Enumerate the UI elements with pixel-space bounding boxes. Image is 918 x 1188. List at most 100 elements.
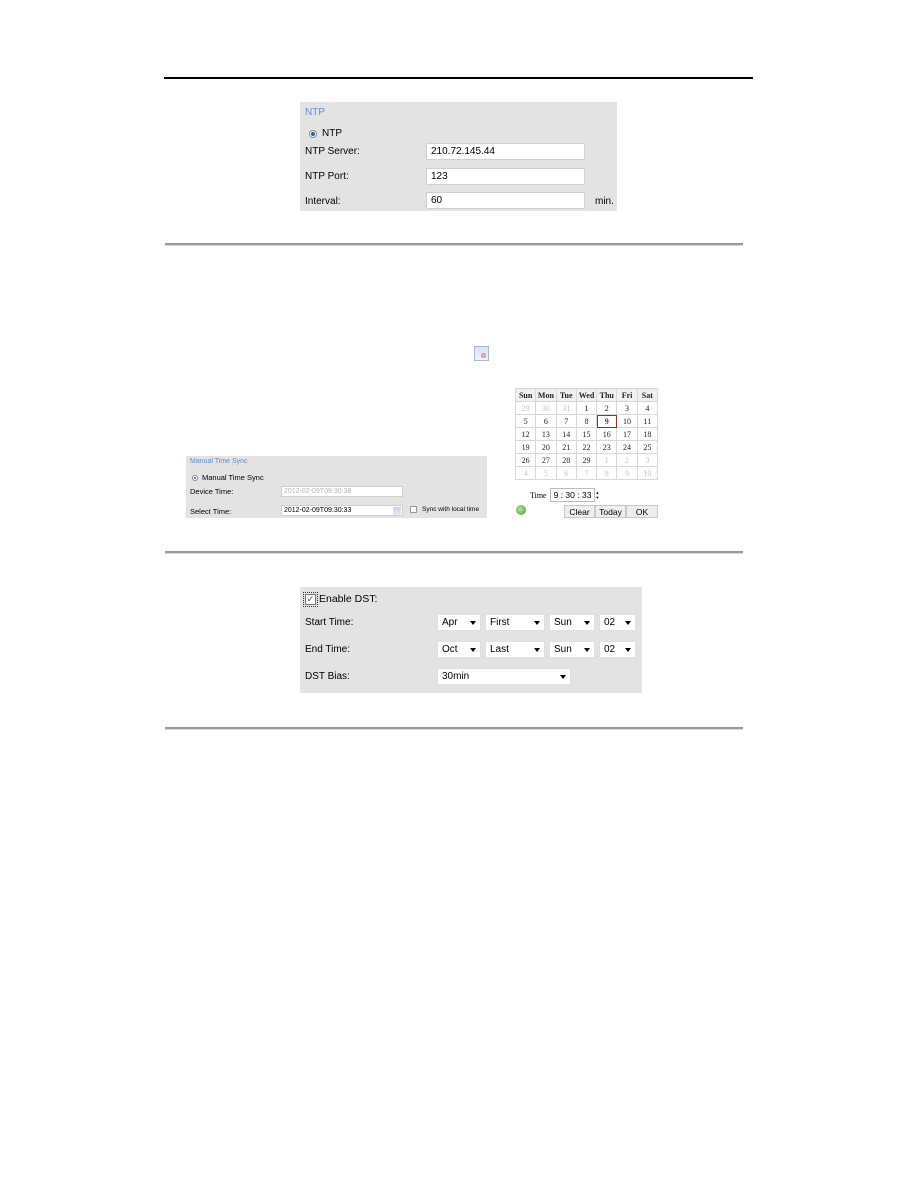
start-time-label: Start Time:: [305, 617, 354, 628]
dst-bias-label: DST Bias:: [305, 671, 350, 682]
calendar-day[interactable]: 6: [555, 466, 577, 480]
radio-selected-icon[interactable]: [309, 129, 317, 138]
calendar-day[interactable]: 21: [555, 440, 577, 454]
calendar-day[interactable]: 29: [514, 401, 537, 415]
end-week-value: Last: [490, 644, 509, 655]
globe-icon[interactable]: [516, 505, 526, 515]
time-spinner[interactable]: ▲ ▼: [595, 490, 599, 500]
calendar-day[interactable]: 5: [514, 414, 537, 428]
calendar-day[interactable]: 27: [535, 453, 557, 467]
select-time-input[interactable]: 2012-02-09T09:30:33: [281, 505, 403, 516]
calendar-day[interactable]: 16: [596, 427, 618, 441]
select-time-value: 2012-02-09T09:30:33: [284, 507, 352, 514]
end-month-select[interactable]: Oct: [437, 641, 481, 658]
calendar-day[interactable]: 11: [636, 414, 659, 428]
calendar-day[interactable]: 4: [514, 466, 537, 480]
calendar-day[interactable]: 10: [616, 414, 638, 428]
calendar-day[interactable]: 12: [514, 427, 537, 441]
clear-button[interactable]: Clear: [564, 505, 595, 518]
start-month-select[interactable]: Apr: [437, 614, 481, 631]
calendar-day[interactable]: 14: [555, 427, 577, 441]
calendar-day[interactable]: 5: [535, 466, 557, 480]
date-picker-popup: Sun Mon Tue Wed Thu Fri Sat 29 30 31 1 2 3 4 5 6 7 8 9 10 1…: [514, 388, 659, 518]
weekday-header: Sun: [514, 388, 537, 402]
calendar-day[interactable]: 15: [575, 427, 598, 441]
calendar-day[interactable]: 1: [575, 401, 598, 415]
chevron-down-icon: [534, 621, 540, 625]
chevron-down-icon: [560, 675, 566, 679]
dst-bias-value: 30min: [442, 671, 470, 682]
calendar-day[interactable]: 29: [575, 453, 598, 467]
calendar-day[interactable]: 23: [596, 440, 618, 454]
calendar-day[interactable]: 30: [535, 401, 557, 415]
calendar-icon: [474, 346, 489, 361]
calendar-button-row: Clear Today OK: [515, 505, 658, 518]
ntp-panel: NTP NTP NTP Server: 210.72.145.44 NTP Po…: [300, 102, 617, 211]
calendar-day-selected[interactable]: 9: [596, 414, 618, 428]
header-rule: [164, 77, 753, 79]
calendar-day[interactable]: 7: [575, 466, 598, 480]
interval-input[interactable]: 60: [426, 192, 585, 209]
radio-selected-icon[interactable]: [192, 474, 198, 481]
calendar-day[interactable]: 8: [596, 466, 618, 480]
enable-dst-checkbox[interactable]: ✓: [303, 591, 318, 607]
calendar-day[interactable]: 1: [596, 453, 618, 467]
time-input[interactable]: 9 : 30 : 33: [549, 488, 596, 502]
calendar-day[interactable]: 25: [636, 440, 659, 454]
weekday-header: Thu: [596, 388, 618, 402]
device-time-label: Device Time:: [190, 487, 234, 496]
end-hour-value: 02: [604, 644, 616, 655]
calendar-day[interactable]: 2: [616, 453, 638, 467]
calendar-grid: Sun Mon Tue Wed Thu Fri Sat 29 30 31 1 2 3 4 5 6 7 8 9 10 1…: [514, 388, 659, 480]
sync-local-time-option[interactable]: Sync with local time: [410, 506, 479, 513]
today-button[interactable]: Today: [595, 505, 626, 518]
ntp-radio-option[interactable]: NTP: [309, 128, 342, 139]
calendar-day[interactable]: 9: [616, 466, 638, 480]
spin-down-icon[interactable]: ▼: [595, 495, 599, 500]
calendar-day[interactable]: 7: [555, 414, 577, 428]
ntp-server-input[interactable]: 210.72.145.44: [426, 143, 585, 160]
ntp-panel-title: NTP: [305, 107, 325, 118]
calendar-day[interactable]: 18: [636, 427, 659, 441]
calendar-day[interactable]: 26: [514, 453, 537, 467]
calendar-day[interactable]: 22: [575, 440, 598, 454]
enable-dst-option[interactable]: ✓ Enable DST:: [303, 591, 378, 607]
enable-dst-label: Enable DST:: [319, 593, 378, 605]
calendar-day[interactable]: 3: [636, 453, 659, 467]
end-day-select[interactable]: Sun: [549, 641, 595, 658]
calendar-day[interactable]: 10: [636, 466, 659, 480]
calendar-day[interactable]: 17: [616, 427, 638, 441]
end-month-value: Oct: [442, 644, 458, 655]
calendar-week-row: 12 13 14 15 16 17 18: [514, 427, 659, 441]
calendar-day[interactable]: 31: [555, 401, 577, 415]
calendar-day[interactable]: 6: [535, 414, 557, 428]
start-hour-select[interactable]: 02: [599, 614, 636, 631]
sync-local-time-checkbox[interactable]: [410, 506, 417, 513]
calendar-day[interactable]: 24: [616, 440, 638, 454]
end-day-value: Sun: [554, 644, 572, 655]
calendar-icon[interactable]: [393, 507, 401, 515]
dst-panel: ✓ Enable DST: Start Time: Apr First Sun …: [300, 587, 642, 693]
manual-time-sync-radio-option[interactable]: Manual Time Sync: [192, 473, 264, 482]
dst-bias-select[interactable]: 30min: [437, 668, 571, 685]
calendar-day[interactable]: 2: [596, 401, 618, 415]
calendar-day[interactable]: 20: [535, 440, 557, 454]
interval-label: Interval:: [305, 196, 341, 207]
calendar-day[interactable]: 13: [535, 427, 557, 441]
weekday-header: Tue: [555, 388, 577, 402]
chevron-down-icon: [625, 648, 631, 652]
calendar-day[interactable]: 8: [575, 414, 598, 428]
ok-button[interactable]: OK: [626, 505, 658, 518]
end-hour-select[interactable]: 02: [599, 641, 636, 658]
calendar-week-row: 4 5 6 7 8 9 10: [514, 466, 659, 480]
start-week-select[interactable]: First: [485, 614, 545, 631]
end-week-select[interactable]: Last: [485, 641, 545, 658]
calendar-day[interactable]: 3: [616, 401, 638, 415]
manual-time-sync-panel: Manual Time Sync Manual Time Sync Device…: [186, 456, 487, 518]
calendar-day[interactable]: 28: [555, 453, 577, 467]
section-divider: [165, 243, 743, 246]
calendar-day[interactable]: 19: [514, 440, 537, 454]
start-day-select[interactable]: Sun: [549, 614, 595, 631]
ntp-port-input[interactable]: 123: [426, 168, 585, 185]
calendar-day[interactable]: 4: [636, 401, 659, 415]
